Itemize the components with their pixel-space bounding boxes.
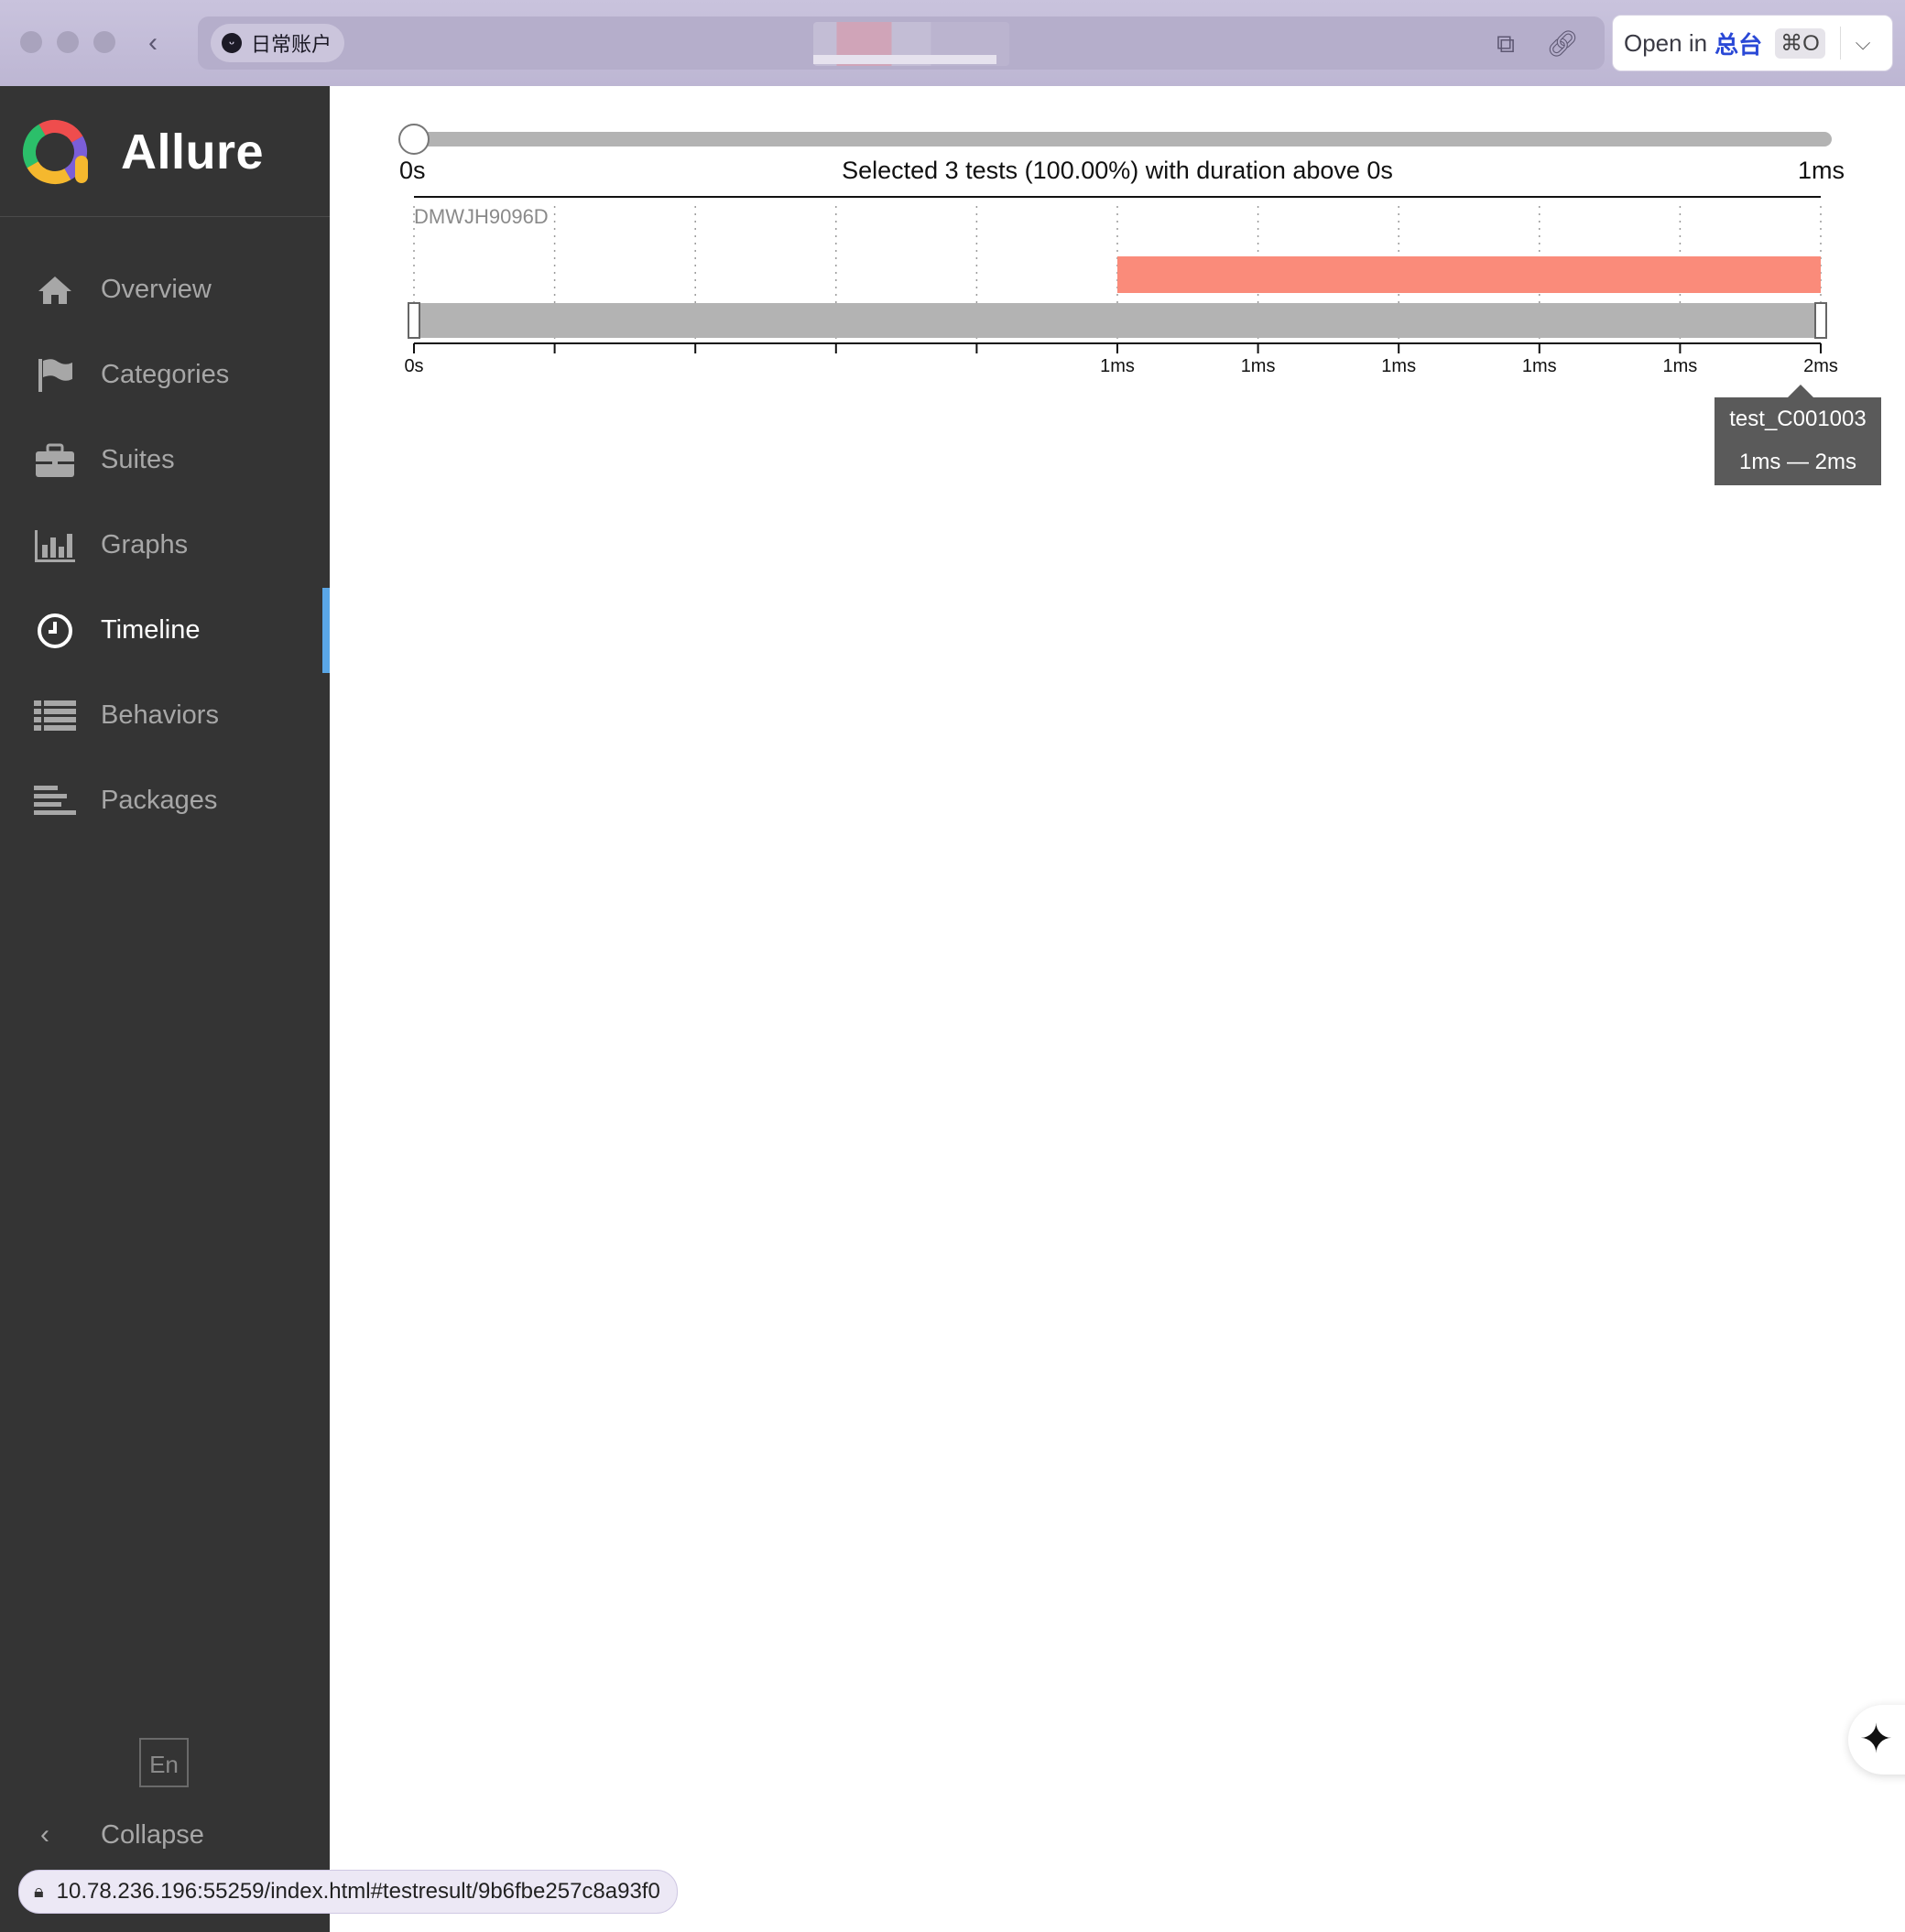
test-duration-bar[interactable] (1117, 256, 1821, 293)
home-icon (33, 268, 77, 312)
browser-toolbar: ‹ ᵕ 日常账户 ⧉ 🔗︎ Open in 总台 ⌘O ⌵ (0, 0, 1905, 87)
account-pill[interactable]: ᵕ 日常账户 (211, 24, 345, 62)
sidebar-item-suites[interactable]: Suites (0, 418, 330, 503)
x-axis-tick-label: 1ms (1663, 356, 1698, 376)
bar-tooltip: test_C001003 1ms — 2ms (1714, 385, 1881, 485)
x-axis: 0s 1ms 1ms 1ms 1ms 1ms 2ms (404, 343, 1838, 376)
extension-icon[interactable]: ⧉ (1487, 29, 1524, 59)
brush-handle-right[interactable] (1814, 302, 1827, 339)
sidebar-item-behaviors[interactable]: Behaviors (0, 673, 330, 758)
sidebar-item-categories[interactable]: Categories (0, 332, 330, 418)
slider-min-label: 0s (399, 157, 426, 184)
slider-max-label: 1ms (1798, 157, 1845, 184)
sidebar-item-label: Suites (101, 445, 175, 474)
open-in-label: Open in (1624, 28, 1708, 57)
sidebar: Allure Overview Categories Suites Graphs… (0, 86, 330, 1932)
tooltip-duration-range: 1ms — 2ms (1738, 450, 1856, 474)
address-bar[interactable]: ᵕ 日常账户 ⧉ 🔗︎ (198, 16, 1605, 70)
x-axis-tick-label: 1ms (1522, 356, 1557, 376)
sidebar-item-label: Timeline (101, 615, 201, 645)
clock-icon (33, 609, 77, 653)
brand[interactable]: Allure (18, 114, 264, 190)
window-minimize-button[interactable] (57, 31, 79, 53)
align-left-icon (33, 779, 77, 823)
flag-icon (33, 353, 77, 397)
open-in-button[interactable]: Open in 总台 ⌘O ⌵ (1612, 15, 1893, 71)
x-axis-tick-label: 1ms (1241, 356, 1276, 376)
duration-slider-handle[interactable] (398, 124, 430, 155)
sidebar-nav: Overview Categories Suites Graphs Timeli… (0, 247, 330, 843)
sidebar-item-label: Graphs (101, 530, 189, 559)
sidebar-item-overview[interactable]: Overview (0, 247, 330, 332)
timeline-svg: 0s Selected 3 tests (100.00%) with durat… (398, 124, 1845, 376)
sidebar-item-label: Overview (101, 275, 212, 304)
host-label: DMWJH9096D (414, 205, 549, 228)
link-icon[interactable]: 🔗︎ (1544, 29, 1581, 59)
sidebar-item-timeline[interactable]: Timeline (0, 588, 330, 673)
insecure-lock-icon: 🔒︎ (34, 1881, 44, 1902)
collapse-button[interactable]: ‹ Collapse (0, 1807, 330, 1862)
sidebar-item-label: Categories (101, 360, 230, 389)
x-axis-tick-label: 1ms (1381, 356, 1416, 376)
open-in-app: 总台 (1714, 30, 1763, 59)
chevron-down-icon[interactable]: ⌵ (1856, 31, 1871, 55)
sidebar-item-packages[interactable]: Packages (0, 758, 330, 843)
account-label: 日常账户 (251, 33, 332, 56)
window-zoom-button[interactable] (93, 31, 115, 53)
bar-chart-icon (33, 524, 77, 568)
timeline-bars (1117, 256, 1821, 293)
tooltip-test-name: test_C001003 (1729, 407, 1867, 431)
sidebar-item-label: Packages (101, 786, 218, 815)
briefcase-icon (33, 439, 77, 483)
brand-divider (0, 216, 330, 217)
x-axis-tick-label: 0s (404, 356, 423, 376)
list-icon (33, 694, 77, 738)
duration-slider-track[interactable] (414, 132, 1832, 147)
brush-handle-left[interactable] (408, 302, 420, 339)
status-url: 10.78.236.196:55259/index.html#testresul… (56, 1879, 660, 1904)
status-url-bar: 🔒︎ 10.78.236.196:55259/index.html#testre… (18, 1870, 678, 1914)
open-in-divider (1839, 27, 1841, 60)
language-button[interactable]: En (139, 1738, 189, 1787)
sidebar-item-label: Behaviors (101, 700, 219, 730)
back-icon[interactable]: ‹ (148, 25, 176, 61)
blurred-title-underline (813, 55, 996, 64)
collapse-label: Collapse (101, 1819, 204, 1850)
allure-logo-icon (23, 120, 88, 184)
x-axis-tick-label: 1ms (1100, 356, 1135, 376)
smiley-icon: ᵕ (222, 33, 242, 53)
window-close-button[interactable] (20, 31, 42, 53)
brush-track[interactable] (414, 303, 1821, 338)
brand-name: Allure (121, 125, 265, 179)
timeline-panel: 0s Selected 3 tests (100.00%) with durat… (330, 86, 1905, 1932)
x-axis-tick-label: 2ms (1803, 356, 1838, 376)
chevron-left-icon: ‹ (40, 1819, 49, 1850)
slider-summary: Selected 3 tests (100.00%) with duration… (842, 157, 1393, 184)
sidebar-item-graphs[interactable]: Graphs (0, 503, 330, 588)
open-in-shortcut: ⌘O (1775, 27, 1825, 59)
